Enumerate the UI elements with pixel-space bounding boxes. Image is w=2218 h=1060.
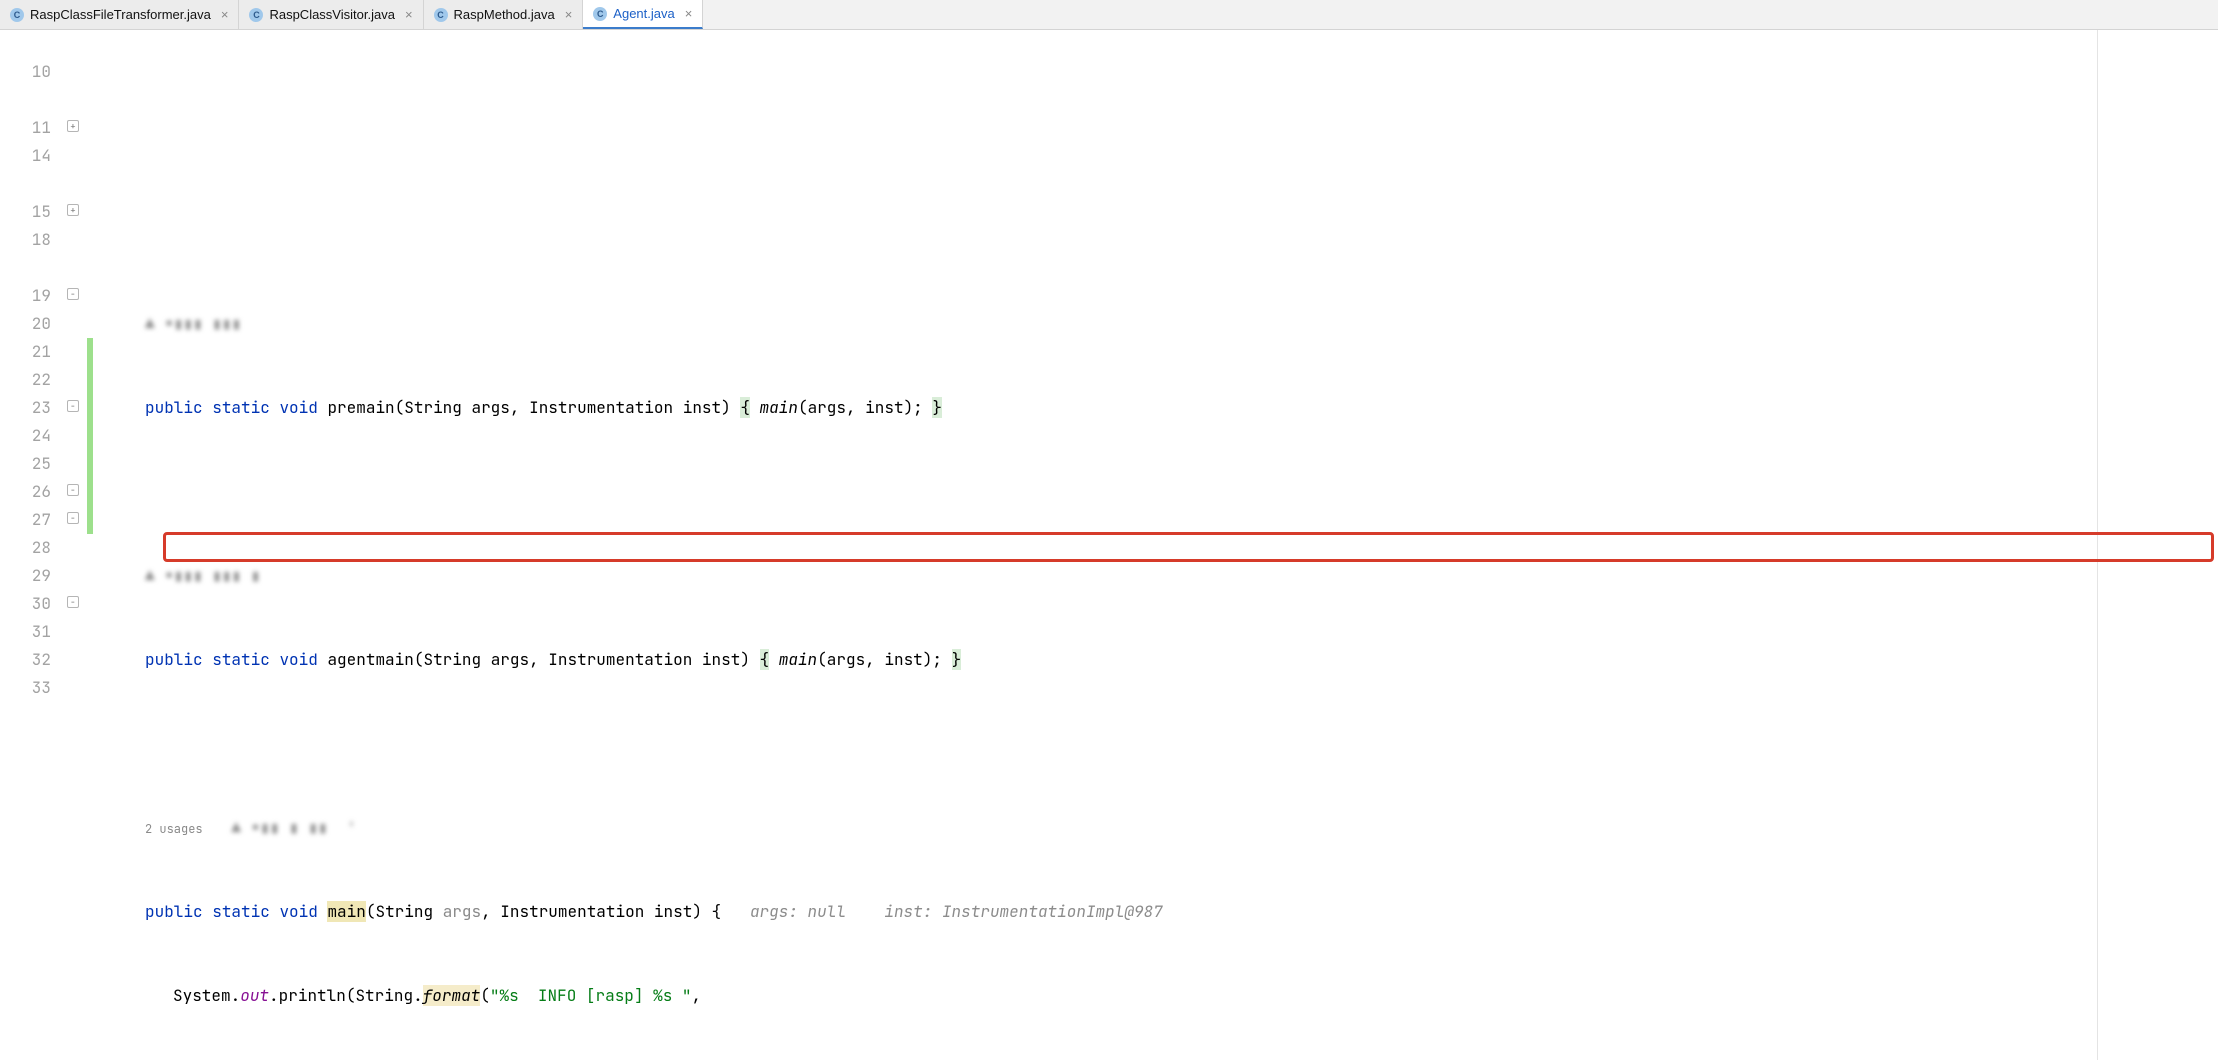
close-icon[interactable]: × bbox=[405, 7, 413, 22]
line-number-gutter: 10 11 14 15 18 19 20 21 22 23 24 25 26 2… bbox=[0, 30, 65, 1060]
class-icon: C bbox=[434, 8, 448, 22]
fold-collapse-icon[interactable]: + bbox=[67, 204, 79, 216]
fold-expand-icon[interactable]: − bbox=[67, 400, 79, 412]
tab-label: RaspClassFileTransformer.java bbox=[30, 7, 211, 22]
tab-label: RaspMethod.java bbox=[454, 7, 555, 22]
line-15: public static void agentmain(String args… bbox=[93, 646, 2218, 674]
class-icon: C bbox=[249, 8, 263, 22]
fold-collapse-icon[interactable]: − bbox=[67, 484, 79, 496]
tab-rasp-class-visitor[interactable]: C RaspClassVisitor.java × bbox=[239, 0, 423, 29]
close-icon[interactable]: × bbox=[685, 6, 693, 21]
code-area[interactable]: ▲ ▪▮▮▮ ▮▮▮ public static void premain(St… bbox=[93, 30, 2218, 1060]
line-11: public static void premain(String args, … bbox=[93, 394, 2218, 422]
fold-column: + + − − − − − bbox=[65, 30, 87, 1060]
code-editor[interactable]: 10 11 14 15 18 19 20 21 22 23 24 25 26 2… bbox=[0, 30, 2218, 1060]
line-20: System.out.println(String.format("%s INF… bbox=[93, 982, 2218, 1010]
close-icon[interactable]: × bbox=[221, 7, 229, 22]
fold-collapse-icon[interactable]: − bbox=[67, 512, 79, 524]
line-14 bbox=[93, 478, 2218, 506]
highlight-box bbox=[163, 532, 2214, 562]
class-icon: C bbox=[593, 7, 607, 21]
line-19: public static void main(String args, Ins… bbox=[93, 898, 2218, 926]
author-hint: ▲ ▪▮▮▮ ▮▮▮ bbox=[93, 310, 2218, 338]
tab-rasp-method[interactable]: C RaspMethod.java × bbox=[424, 0, 584, 29]
fold-expand-icon[interactable]: − bbox=[67, 288, 79, 300]
usages-hint[interactable]: 2 usages ▲ ▪▮▮ ▮ ▮▮ ' bbox=[93, 814, 2218, 842]
author-hint: ▲ ▪▮▮▮ ▮▮▮ ▮ bbox=[93, 562, 2218, 590]
line-18 bbox=[93, 730, 2218, 758]
class-icon: C bbox=[10, 8, 24, 22]
close-icon[interactable]: × bbox=[565, 7, 573, 22]
fold-collapse-icon[interactable]: − bbox=[67, 596, 79, 608]
tab-agent[interactable]: C Agent.java × bbox=[583, 0, 703, 29]
editor-tab-bar: C RaspClassFileTransformer.java × C Rasp… bbox=[0, 0, 2218, 30]
tab-label: Agent.java bbox=[613, 6, 674, 21]
line-10 bbox=[93, 226, 2218, 254]
tab-rasp-class-file-transformer[interactable]: C RaspClassFileTransformer.java × bbox=[0, 0, 239, 29]
tab-label: RaspClassVisitor.java bbox=[269, 7, 394, 22]
fold-collapse-icon[interactable]: + bbox=[67, 120, 79, 132]
